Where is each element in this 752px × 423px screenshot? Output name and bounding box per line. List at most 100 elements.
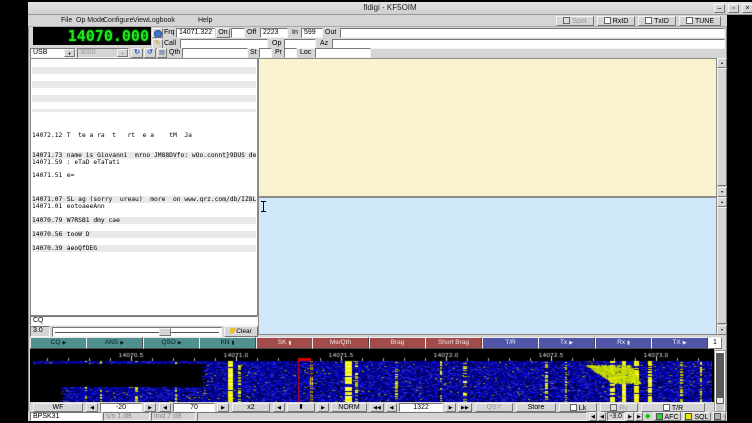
browser-row[interactable]: 14071.59 : eTaD eTaTati	[32, 159, 256, 166]
tr-checkbox[interactable]: T/R	[641, 403, 705, 412]
sql-left-icon[interactable]: ◀	[598, 412, 606, 421]
tx-scrollbar[interactable]: ▴ ▾	[717, 197, 727, 335]
macro-qso[interactable]: QSO▶	[143, 337, 200, 349]
macro-rx[interactable]: Rx▮	[595, 337, 652, 349]
menu-logbook[interactable]: Logbook	[148, 15, 175, 27]
scroll-down-icon[interactable]: ▾	[717, 187, 727, 197]
browser-clear-button[interactable]: Clear	[224, 326, 258, 337]
macro-tx[interactable]: Tx▶	[538, 337, 595, 349]
qth-input[interactable]	[182, 48, 248, 58]
frq-input[interactable]: 14071.322	[176, 28, 215, 38]
tx-scrollbar-thumb[interactable]	[717, 207, 727, 324]
time-off-input[interactable]: 2223	[260, 28, 288, 38]
pr-input[interactable]	[284, 48, 297, 58]
rst-in-input[interactable]: 599	[301, 28, 323, 38]
maximize-button[interactable]: ▫	[728, 4, 739, 13]
menu-file[interactable]: File	[61, 15, 72, 27]
carrier-right-icon[interactable]: ▶	[445, 403, 456, 412]
carrier-offset-value[interactable]: 1322	[399, 403, 443, 412]
macro-short-brag[interactable]: Short Brag	[425, 337, 482, 349]
browser-row[interactable]: 14070.79 W7RSB1 dmy cae	[32, 217, 256, 224]
macro-brag[interactable]: Brag	[369, 337, 426, 349]
mode-select[interactable]: USB ▼	[30, 48, 76, 58]
rx-scrollbar-thumb[interactable]	[717, 68, 727, 186]
qsy-button[interactable]: QSY	[475, 403, 513, 412]
browser-row[interactable]: 14071.01 eotoaeeAnn	[32, 203, 256, 210]
wf-shift-right-icon[interactable]: ▶	[317, 403, 329, 412]
wf-speed-button[interactable]: NORM	[331, 403, 367, 412]
revert-freq-button[interactable]: ↻	[131, 48, 143, 58]
waterfall-display[interactable]	[33, 349, 712, 406]
wf-mode-button[interactable]: WF	[33, 403, 83, 412]
right-scrollbar[interactable]	[714, 350, 726, 412]
ampspan-left-icon[interactable]: ◀	[86, 403, 98, 412]
qrz-lookup-button[interactable]	[152, 28, 163, 38]
carrier-fast-right-icon[interactable]: ▶▶	[458, 403, 472, 412]
toggle-rxid[interactable]: RxID	[597, 16, 635, 26]
close-button[interactable]: ×	[742, 4, 752, 13]
ampspan-right-icon[interactable]: ▶	[144, 403, 156, 412]
carrier-left-icon[interactable]: ◀	[386, 403, 397, 412]
sync-freq-button[interactable]: ↻	[144, 48, 156, 58]
toggle-txid[interactable]: TxID	[638, 16, 676, 26]
menu-op-mode[interactable]: Op Mode	[76, 15, 105, 27]
browser-row[interactable]: 14072.12 T te a ra t rt e a tM Ja	[32, 132, 256, 139]
sql-fast-right-icon[interactable]: ▶	[635, 412, 643, 421]
macro-sk[interactable]: SK▮	[256, 337, 313, 349]
browser-row[interactable]: 14070.39 aeoQfDEG	[32, 245, 256, 252]
browser-squelch-slider[interactable]	[52, 327, 222, 337]
macro-cq[interactable]: CQ▶	[30, 337, 87, 349]
chevron-down-icon[interactable]: ▼	[64, 49, 75, 57]
afc-toggle[interactable]: AFC	[653, 412, 681, 421]
toggle-tune[interactable]: TUNE	[679, 16, 721, 26]
menu-help[interactable]: Help	[198, 15, 212, 27]
macro-kn[interactable]: KN▮	[199, 337, 256, 349]
status-mode[interactable]: BPSK31	[30, 412, 102, 421]
wf-shift-left-icon[interactable]: ◀	[273, 403, 285, 412]
browser-row[interactable]: 14071.07 SL ag (sorry ureau) more on www…	[32, 196, 256, 203]
rst-out-input[interactable]	[340, 28, 725, 38]
browser-row[interactable]: 14070.56 tooW D	[32, 231, 256, 238]
rx-text-pane[interactable]	[258, 58, 717, 197]
tx-text-pane[interactable]	[258, 197, 717, 335]
bandwidth-select[interactable]: 3000 ▼	[77, 48, 129, 58]
scroll-up-icon[interactable]: ▴	[717, 197, 727, 207]
st-input[interactable]	[259, 48, 272, 58]
right-scrollbar-thumb[interactable]	[716, 353, 724, 404]
macro-ans[interactable]: ANS▶	[86, 337, 143, 349]
macro-set-button[interactable]: 1	[708, 337, 722, 349]
browser-filter-input[interactable]: CQ	[30, 316, 258, 326]
reverse-checkbox[interactable]: Rv	[600, 403, 638, 412]
time-on-input[interactable]	[231, 28, 245, 38]
kpsql-toggle[interactable]: KPSQL	[713, 412, 726, 421]
loc-input[interactable]	[315, 48, 371, 58]
rx-scrollbar[interactable]: ▴ ▾	[717, 58, 727, 197]
menu-configure[interactable]: Configure	[103, 15, 133, 27]
macro-t-r[interactable]: T/R	[482, 337, 539, 349]
reflevel-right-icon[interactable]: ▶	[217, 403, 229, 412]
sql-right-icon[interactable]: ▶	[626, 412, 634, 421]
sql-toggle[interactable]: SQL	[683, 412, 711, 421]
macro-tx[interactable]: TX▶	[651, 337, 708, 349]
wf-zoom-button[interactable]: x2	[232, 403, 270, 412]
store-button[interactable]: Store	[516, 403, 556, 412]
scroll-up-icon[interactable]: ▴	[717, 58, 727, 68]
minimize-button[interactable]: –	[714, 4, 725, 13]
signal-browser[interactable]: 14072.12 T te a ra t rt e a tM Ja 14071.7…	[30, 58, 258, 316]
browser-row[interactable]: 14071.51 e=	[32, 172, 256, 179]
scroll-down-icon[interactable]: ▾	[717, 325, 727, 335]
logbook-lookup-button[interactable]: ▤	[157, 48, 167, 58]
sql-fast-left-icon[interactable]: ◀	[589, 412, 597, 421]
frequency-display[interactable]: 14070.000	[33, 27, 151, 45]
macro-me-qth[interactable]: Me/Qth	[312, 337, 369, 349]
qso-on-button[interactable]: On	[216, 28, 230, 38]
az-input[interactable]	[332, 39, 725, 49]
browser-row[interactable]: 14071.73 name is Giovanni mrno JM88DVfo:…	[32, 152, 256, 159]
carrier-fast-left-icon[interactable]: ◀◀	[370, 403, 384, 412]
wf-center-button[interactable]: ▮	[287, 403, 315, 412]
slider-thumb[interactable]	[159, 328, 171, 336]
lock-checkbox[interactable]: Lk	[559, 403, 597, 412]
reflevel-left-icon[interactable]: ◀	[159, 403, 171, 412]
menu-view[interactable]: View	[133, 15, 148, 27]
title-bar[interactable]: fldigi - KF5OIM – ▫ ×	[28, 2, 752, 15]
